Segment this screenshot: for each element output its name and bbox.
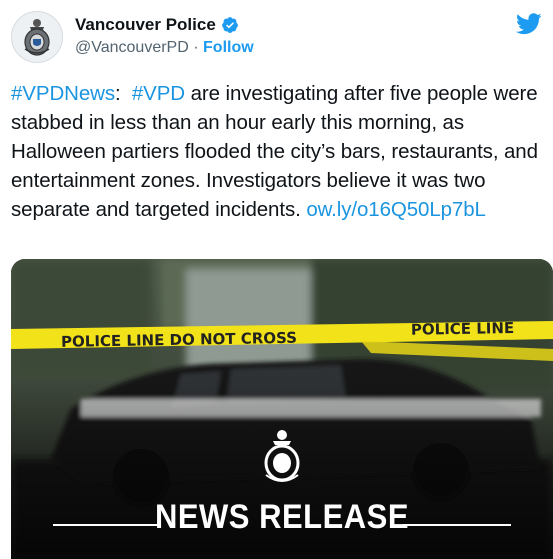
police-crest-icon	[24, 19, 50, 56]
twitter-bird-icon[interactable]	[516, 13, 542, 35]
tweet-link[interactable]: ow.ly/o16Q50Lp7bL	[306, 198, 486, 221]
display-name[interactable]: Vancouver Police	[75, 15, 216, 35]
tweet-text: #VPDNews: #VPD are investigating after f…	[11, 79, 547, 224]
avatar[interactable]	[11, 11, 63, 63]
account-block: Vancouver Police @VancouverPD · Follow	[75, 15, 254, 57]
hashtag-vpdnews[interactable]: #VPDNews	[11, 82, 115, 105]
svg-text:POLICE LINE: POLICE LINE	[411, 319, 515, 339]
news-release-label: NEWS RELEASE	[154, 497, 410, 536]
separator: ·	[193, 39, 199, 56]
hashtag-vpd[interactable]: #VPD	[132, 82, 185, 105]
colon: :	[115, 82, 121, 105]
verified-badge-icon	[221, 17, 238, 33]
handle-row: @VancouverPD · Follow	[75, 39, 254, 57]
handle[interactable]: @VancouverPD	[75, 39, 189, 56]
news-release-image[interactable]: POLICE LINE DO NOT CROSS POLICE LINE NEW…	[11, 259, 553, 559]
divider-right	[403, 524, 511, 526]
follow-button[interactable]: Follow	[203, 39, 254, 56]
tweet-header: Vancouver Police @VancouverPD · Follow	[11, 11, 546, 63]
